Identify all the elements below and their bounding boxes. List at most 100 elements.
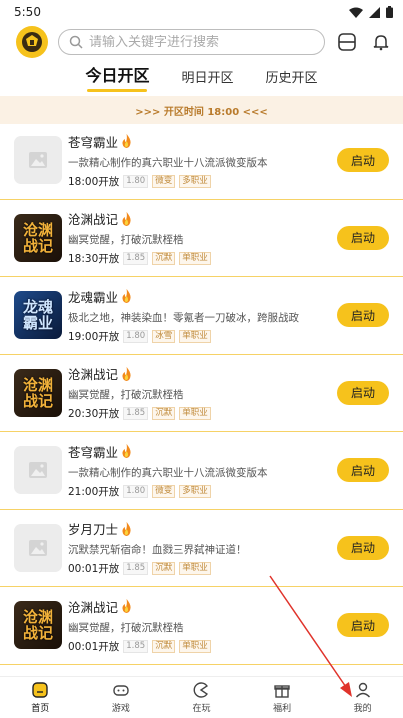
nav-games[interactable]: 游戏: [81, 677, 162, 718]
nav-mine-label: 我的: [353, 704, 372, 714]
battery-icon: [386, 6, 393, 18]
game-meta: 21:00开放 1.80 微变 多职业: [68, 484, 331, 499]
nav-home[interactable]: 首页: [0, 677, 81, 718]
hot-flame-icon: [122, 211, 131, 226]
search-input[interactable]: [89, 34, 314, 50]
game-title: 龙魂霸业: [68, 289, 119, 305]
open-time: 00:01开放: [68, 563, 120, 576]
user-icon: [355, 682, 370, 698]
start-button[interactable]: 启动: [337, 458, 389, 483]
version-tag: 1.80: [123, 329, 149, 343]
version-tag: 1.80: [123, 174, 149, 188]
style-tag: 沉默: [152, 639, 176, 653]
game-logo-text: 龙魂 霸业: [22, 298, 53, 333]
hot-flame-icon: [122, 444, 131, 459]
tab-tomorrow[interactable]: 明日开区: [181, 67, 233, 92]
start-button[interactable]: 启动: [337, 380, 389, 405]
scan-button[interactable]: [335, 30, 359, 54]
search-box[interactable]: [58, 29, 325, 55]
version-tag: 1.85: [123, 252, 149, 266]
game-title-row: 岁月刀士: [68, 519, 331, 538]
game-logo-text: 沧渊 战记: [22, 220, 53, 255]
game-info: 岁月刀士 沉默禁咒斩宿命！血戮三界弑神证道！ 00:01开放 1.85 沉默 单职业: [68, 519, 331, 576]
nav-home-label: 首页: [31, 704, 50, 714]
class-tag: 单职业: [179, 252, 211, 266]
class-tag: 单职业: [179, 562, 211, 576]
nav-playing[interactable]: 在玩: [161, 677, 242, 718]
class-tag: 多职业: [179, 484, 211, 498]
nav-mine[interactable]: 我的: [322, 677, 403, 718]
game-description: 一款精心制作的真六职业十八流派微变版本: [68, 466, 268, 479]
game-item[interactable]: 沧渊 战记 沧渊战记 幽冥觉醒，打破沉默桎梏 20:30开放 1.85 沉默 单职业 启动: [0, 355, 403, 432]
game-item[interactable]: 苍穹霸业一款精心制作的真六职业十八流派微变版本 18:00开放 1.80 微变 多职业启…: [0, 122, 403, 200]
game-thumbnail[interactable]: 沧渊 战记: [14, 601, 62, 650]
game-logo-text: 沧渊 战记: [22, 608, 53, 643]
open-time: 21:00开放: [68, 485, 120, 498]
scan-icon: [338, 33, 356, 51]
tab-history[interactable]: 历史开区: [266, 67, 318, 92]
open-time: 20:30开放: [68, 408, 120, 421]
notification-button[interactable]: [369, 30, 393, 54]
game-item[interactable]: 岁月刀士 沉默禁咒斩宿命！血戮三界弑神证道！ 00:01开放 1.85 沉默 单职业 启动: [0, 510, 403, 587]
game-thumbnail[interactable]: 沧渊 战记: [14, 213, 62, 262]
game-title-row: 沧渊战记: [68, 364, 331, 383]
game-thumbnail[interactable]: 龙魂 霸业: [14, 291, 62, 340]
tab-today[interactable]: 今日开区: [85, 62, 149, 92]
start-button[interactable]: 启动: [337, 225, 389, 250]
bell-icon: [373, 35, 389, 51]
style-tag: 微变: [152, 484, 176, 498]
game-item[interactable]: 沧渊 战记 沧渊战记 幽冥觉醒，打破沉默桎梏 18:30开放 1.85 沉默 单职业 启动: [0, 200, 403, 277]
game-description: 一款精心制作的真六职业十八流派微变版本: [68, 156, 268, 169]
game-title: 沧渊战记: [68, 212, 119, 228]
game-info: 苍穹霸业一款精心制作的真六职业十八流派微变版本 21:00开放 1.80 微变 多职业: [68, 442, 331, 499]
game-meta: 00:01开放 1.85 沉默 单职业: [68, 639, 331, 654]
game-title-row: 苍穹霸业: [68, 132, 331, 151]
game-info: 龙魂霸业 极北之地，神装染血！零氪者一刀破冰，跨服战政 19:00开放 1.80 冰雪单…: [68, 287, 331, 344]
game-title: 苍穹霸业: [68, 444, 119, 460]
open-time: 00:01开放: [68, 640, 120, 653]
game-meta: 20:30开放 1.85 沉默 单职业: [68, 406, 331, 421]
game-thumbnail[interactable]: [14, 446, 62, 495]
header: [0, 24, 403, 60]
game-item[interactable]: 沧渊 战记 沧渊战记 幽冥觉醒，打破沉默桎梏 00:01开放 1.85 沉默 单职业 启动: [0, 587, 403, 665]
nav-welfare[interactable]: 福利: [242, 677, 323, 718]
game-info: 沧渊战记 幽冥觉醒，打破沉默桎梏 18:30开放 1.85 沉默 单职业: [68, 209, 331, 266]
game-info: 沧渊战记 幽冥觉醒，打破沉默桎梏 20:30开放 1.85 沉默 单职业: [68, 364, 331, 421]
game-title-row: 沧渊战记: [68, 209, 331, 228]
game-title-row: 苍穹霸业: [68, 442, 331, 461]
game-meta: 18:00开放 1.80 微变 多职业: [68, 174, 331, 189]
status-icons: [349, 6, 393, 18]
class-tag: 多职业: [179, 174, 211, 188]
class-tag: 单职业: [179, 407, 211, 421]
version-tag: 1.85: [123, 562, 149, 576]
game-thumbnail[interactable]: [14, 523, 62, 572]
game-item[interactable]: 苍穹霸业启动: [0, 665, 403, 677]
style-tag: 沉默: [152, 252, 176, 266]
game-item[interactable]: 苍穹霸业一款精心制作的真六职业十八流派微变版本 21:00开放 1.80 微变 多职业启…: [0, 432, 403, 510]
status-bar: 5:50: [0, 0, 403, 24]
start-button[interactable]: 启动: [337, 535, 389, 560]
app-logo[interactable]: [16, 26, 48, 58]
nav-playing-label: 在玩: [192, 704, 211, 714]
open-time: 19:00开放: [68, 330, 120, 343]
game-list: 苍穹霸业 一款精心制作的真六职业十八流派微变版本 18:00开放 1.80 微变 多职业启…: [0, 122, 403, 676]
game-thumbnail[interactable]: 沧渊 战记: [14, 368, 62, 417]
style-tag: 冰雪: [152, 329, 176, 343]
version-tag: 1.85: [123, 639, 149, 653]
game-thumbnail[interactable]: [14, 136, 62, 185]
app-logo-icon: [22, 32, 42, 52]
image-placeholder-icon: [29, 539, 47, 556]
version-tag: 1.85: [123, 407, 149, 421]
start-button[interactable]: 启动: [337, 613, 389, 638]
open-time: 18:30开放: [68, 253, 120, 266]
start-button[interactable]: 启动: [337, 303, 389, 328]
nav-welfare-label: 福利: [273, 704, 292, 714]
style-tag: 沉默: [152, 562, 176, 576]
gift-icon: [274, 685, 290, 698]
open-time: 18:00开放: [68, 175, 120, 188]
start-button[interactable]: 启动: [337, 148, 389, 173]
home-icon: [32, 682, 48, 698]
bottom-nav: 首页 游戏 在玩 福利 我的: [0, 676, 403, 718]
game-title-row: 沧渊战记: [68, 597, 331, 616]
game-item[interactable]: 龙魂 霸业 龙魂霸业 极北之地，神装染血！零氪者一刀破冰，跨服战政 19:00开放 1.8…: [0, 277, 403, 355]
